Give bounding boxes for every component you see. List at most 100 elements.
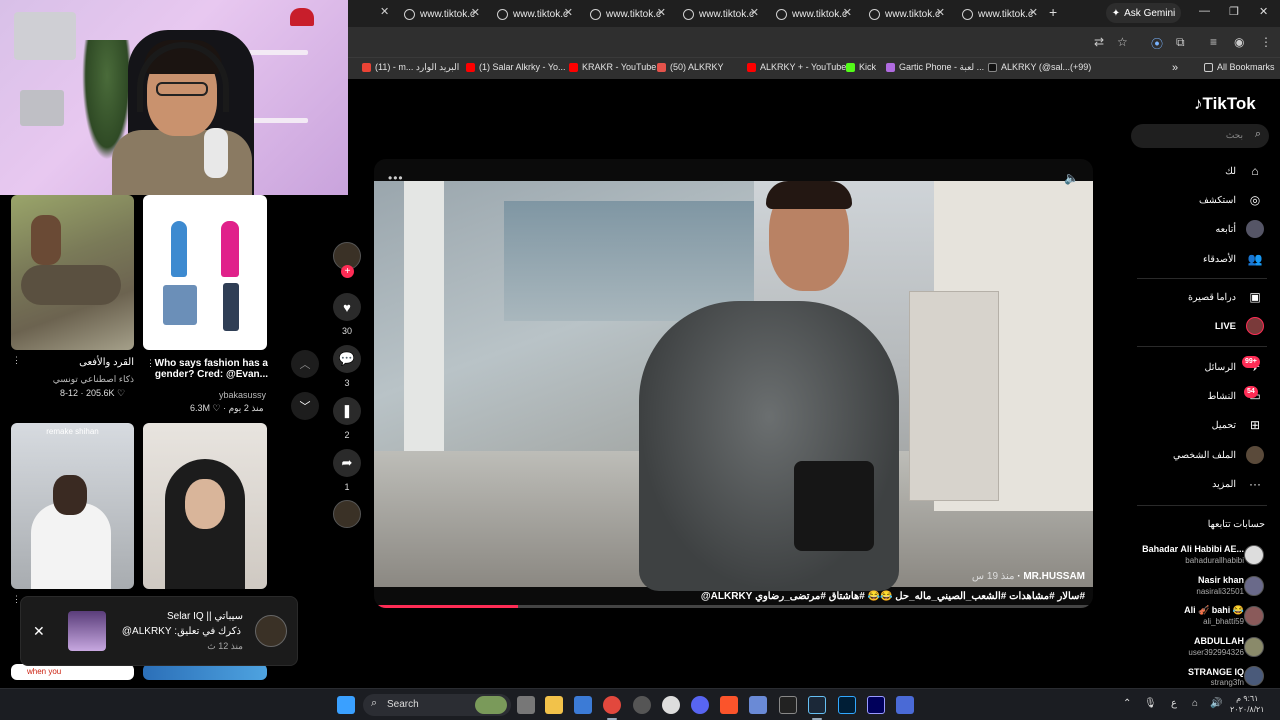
app-icon[interactable] (749, 696, 767, 714)
store-icon[interactable] (574, 696, 592, 714)
bookmark[interactable]: KRAKR - YouTube (569, 62, 656, 72)
bookmark[interactable]: Kick (846, 62, 876, 72)
upload-icon[interactable]: ⊞ (1246, 416, 1264, 434)
bookmark[interactable]: (50) ALKRKY (657, 62, 724, 72)
account-name[interactable]: Bahadar Ali Habibi AE... (1142, 544, 1244, 554)
nav-item-messages[interactable]: الرسائل (1205, 362, 1236, 373)
follow-plus-icon[interactable]: + (341, 265, 354, 278)
steam-icon[interactable] (808, 696, 826, 714)
windows-start-icon[interactable] (337, 696, 355, 714)
nav-item-explore[interactable]: استكشف (1199, 195, 1236, 206)
nav-item-for-you[interactable]: لك (1225, 166, 1236, 177)
bookmark[interactable]: (11) - m... البريد الوارد (362, 62, 459, 73)
video-thumbnail[interactable] (11, 195, 134, 350)
browser-tab[interactable]: www.tiktok.c ✕ (404, 3, 484, 25)
chevron-up-icon[interactable]: ⌃ (1123, 698, 1131, 709)
video-thumbnail[interactable] (143, 195, 267, 350)
account-name[interactable]: STRANGE IQ (1188, 667, 1244, 677)
nav-item-upload[interactable]: تحميل (1212, 420, 1236, 431)
video-thumbnail[interactable] (143, 423, 267, 589)
close-icon[interactable]: ✕ (33, 623, 45, 640)
brave-icon[interactable] (720, 696, 738, 714)
more-icon[interactable]: ··· (1246, 475, 1264, 493)
taskbar-search[interactable]: ⌕ Search (363, 694, 511, 716)
account-username[interactable]: strang3fn (1211, 678, 1244, 687)
bookmark[interactable]: ALKRKY + - YouTube (747, 62, 846, 72)
film-icon[interactable]: ▣ (1246, 288, 1264, 306)
minimize-icon[interactable]: — (1199, 5, 1210, 17)
close-tab-icon[interactable]: ✕ (564, 6, 573, 19)
discord-icon[interactable] (691, 696, 709, 714)
address-bar[interactable]: ⇄ ☆ ⦿ ⧉ ≡ ◉ ⋮ (348, 27, 1280, 57)
following-avatar-icon[interactable] (1246, 220, 1264, 238)
avatar[interactable] (1244, 637, 1264, 657)
nav-item-activity[interactable]: النشاط (1207, 391, 1236, 402)
video-author[interactable]: MR.HUSSAM · منذ 19 س (972, 571, 1085, 582)
menu-icon[interactable]: ⋮ (1260, 35, 1272, 49)
video-thumbnail[interactable] (143, 664, 267, 680)
close-tab-icon[interactable]: ✕ (657, 6, 666, 19)
nav-item-more[interactable]: المزيد (1212, 479, 1236, 490)
card-author[interactable]: ybakasussy (150, 390, 266, 400)
close-tab-icon[interactable]: ✕ (750, 6, 759, 19)
nav-item-following[interactable]: أتابعه (1216, 224, 1237, 235)
like-button[interactable]: ♥ (333, 293, 361, 321)
account-username[interactable]: ali_bhatti59 (1203, 617, 1244, 626)
home-icon[interactable]: ⌂ (1246, 162, 1264, 180)
translate-icon[interactable]: ⇄ (1094, 35, 1104, 49)
obs-icon[interactable] (662, 696, 680, 714)
nav-item-profile[interactable]: الملف الشخصي (1173, 450, 1236, 461)
comment-button[interactable]: 💬 (333, 345, 361, 373)
browser-tab[interactable]: www.tiktok.c ✕ (869, 3, 949, 25)
previous-video-button[interactable]: ︿ (291, 350, 319, 378)
video-thumbnail[interactable]: when you (11, 664, 134, 680)
chrome-icon[interactable] (603, 696, 621, 714)
task-view-icon[interactable] (517, 696, 535, 714)
all-bookmarks[interactable]: All Bookmarks (1204, 62, 1275, 72)
close-window-icon[interactable]: ✕ (1259, 5, 1268, 18)
avatar[interactable] (1244, 666, 1264, 686)
microphone-icon[interactable]: 🎙 (1144, 698, 1157, 709)
maximize-icon[interactable]: ❐ (1229, 5, 1239, 18)
new-tab-button[interactable]: + (1049, 4, 1057, 20)
more-options-icon[interactable]: ••• (388, 171, 404, 185)
search-input[interactable]: بحث ⌕ (1131, 124, 1269, 148)
file-explorer-icon[interactable] (545, 696, 563, 714)
nav-item-live[interactable]: LIVE (1215, 321, 1236, 332)
tiktok-logo[interactable]: ♪TikTok (1194, 94, 1256, 114)
close-tab-icon[interactable]: ✕ (1029, 6, 1038, 19)
account-username[interactable]: nasirali32501 (1196, 587, 1244, 596)
account-username[interactable]: user392994326 (1188, 648, 1244, 657)
star-icon[interactable]: ☆ (1117, 35, 1128, 49)
premiere-icon[interactable] (867, 696, 885, 714)
account-name[interactable]: ABDULLAH (1194, 636, 1244, 646)
capcut-icon[interactable] (779, 696, 797, 714)
avatar[interactable] (1244, 606, 1264, 626)
compass-icon[interactable]: ◎ (1246, 191, 1264, 209)
browser-tab[interactable]: www.tiktok.c ✕ (497, 3, 577, 25)
account-username[interactable]: bahadurallhabibi (1185, 556, 1244, 565)
notification-toast[interactable]: ✕ سيباتي || Selar IQ ذكرك في تعليق: ALKR… (20, 596, 298, 666)
share-button[interactable]: ➦ (333, 449, 361, 477)
nav-item-friends[interactable]: الأصدقاء (1203, 254, 1236, 265)
close-tab-icon[interactable]: ✕ (843, 6, 852, 19)
browser-tab[interactable]: www.tiktok.c ✕ (590, 3, 670, 25)
video-thumbnail[interactable]: remake shihan (11, 423, 134, 589)
language-indicator[interactable]: ع (1171, 698, 1177, 709)
account-name[interactable]: Nasir khan (1198, 575, 1244, 585)
close-tab-icon[interactable]: ✕ (471, 6, 480, 19)
next-video-button[interactable]: ﹀ (291, 392, 319, 420)
card-caption[interactable]: القرد والأفعى (40, 357, 134, 368)
close-tab-icon[interactable]: ✕ (936, 6, 945, 19)
save-button[interactable]: ❚ (333, 397, 361, 425)
avatar[interactable] (1244, 576, 1264, 596)
browser-tab[interactable]: www.tiktok.c ✕ (962, 3, 1042, 25)
search-icon[interactable]: ⌕ (1255, 128, 1261, 141)
app-icon[interactable] (896, 696, 914, 714)
gemini-icon[interactable]: ⦿ (1151, 35, 1163, 52)
nav-item-short-drama[interactable]: دراما قصيرة (1188, 292, 1236, 303)
sound-disc[interactable] (333, 500, 361, 528)
account-name[interactable]: Ali 🎻 bahi 😂 (1184, 605, 1244, 616)
live-avatar-icon[interactable] (1246, 317, 1264, 335)
extensions-icon[interactable]: ⧉ (1176, 35, 1185, 50)
